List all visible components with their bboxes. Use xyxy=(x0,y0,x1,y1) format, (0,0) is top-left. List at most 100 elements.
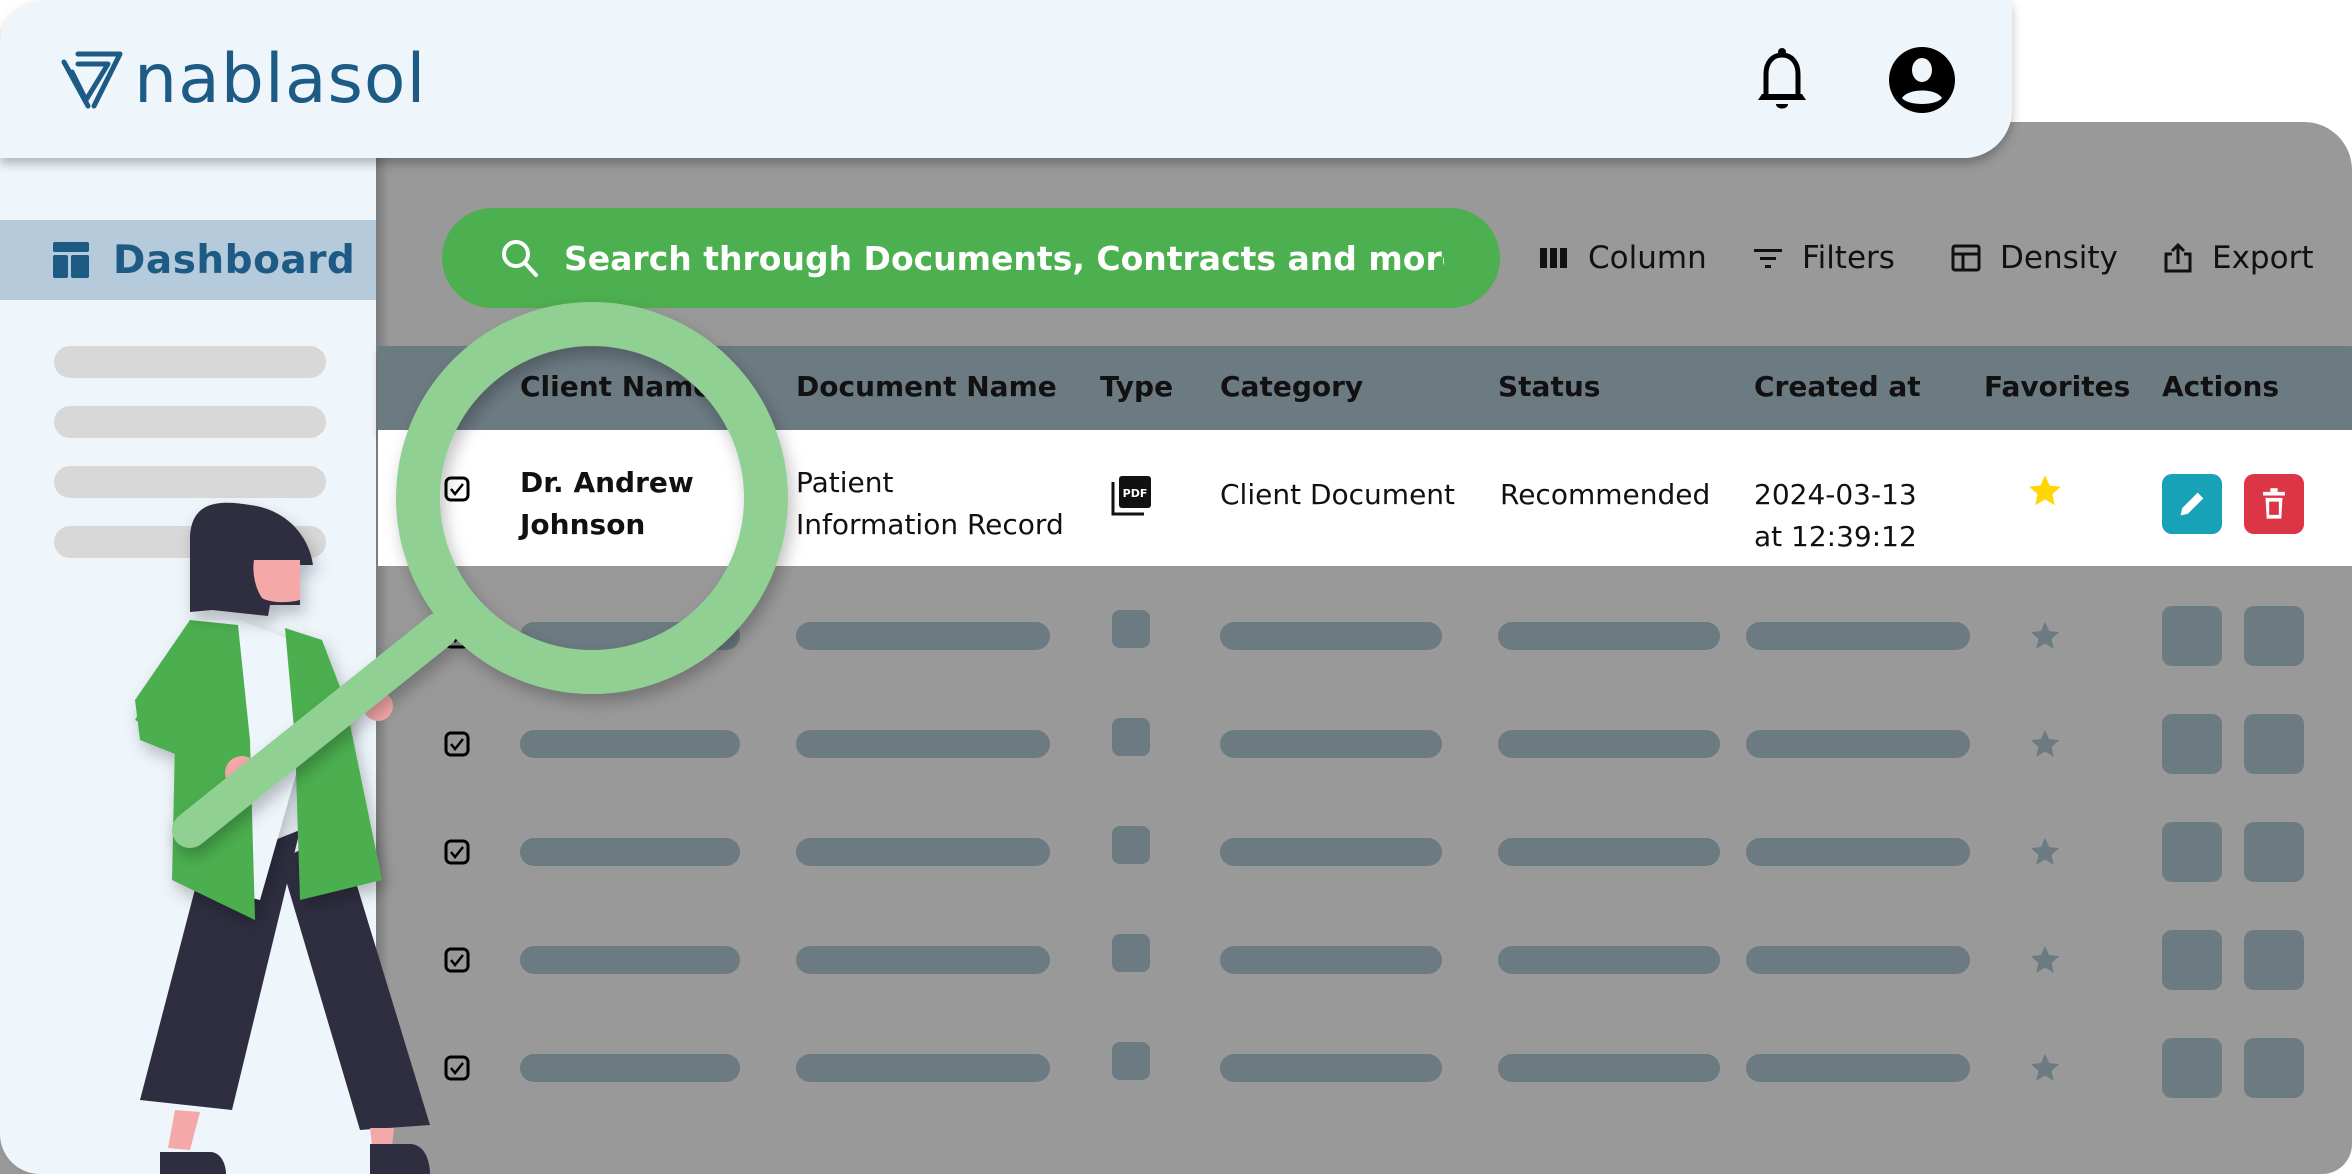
export-button[interactable]: Export xyxy=(2162,236,2313,280)
row-checkbox[interactable] xyxy=(444,623,470,649)
column-header-favorites[interactable]: Favorites xyxy=(1984,370,2130,403)
placeholder-cell xyxy=(1746,946,1970,974)
dashboard-icon xyxy=(53,242,89,278)
column-header-created-at[interactable]: Created at xyxy=(1754,370,1921,403)
placeholder-edit-button[interactable] xyxy=(2162,714,2222,774)
row-checkbox-wrapper[interactable] xyxy=(444,731,470,761)
placeholder-cell xyxy=(796,946,1050,974)
column-header-type[interactable]: Type xyxy=(1100,370,1173,403)
trash-icon xyxy=(2263,488,2285,519)
pdf-label: PDF xyxy=(1123,487,1148,500)
favorite-star-wrapper[interactable] xyxy=(2028,727,2062,765)
created-date: 2024-03-13 xyxy=(1754,478,1917,511)
document-name-cell: Patient Information Record xyxy=(796,462,1064,546)
placeholder-cell xyxy=(520,730,740,758)
pencil-icon xyxy=(2180,492,2204,516)
row-checkbox[interactable] xyxy=(444,731,470,757)
filters-label: Filters xyxy=(1802,240,1895,276)
placeholder-type xyxy=(1112,718,1150,756)
filter-icon xyxy=(1754,249,1782,268)
placeholder-delete-button[interactable] xyxy=(2244,606,2304,666)
row-checkbox[interactable] xyxy=(444,476,470,502)
placeholder-cell xyxy=(1220,622,1442,650)
favorite-star-wrapper[interactable] xyxy=(2028,943,2062,981)
column-header-status[interactable]: Status xyxy=(1498,370,1600,403)
nabla-logo-icon xyxy=(61,51,123,108)
density-label: Density xyxy=(2000,240,2118,276)
column-header-category[interactable]: Category xyxy=(1220,370,1363,403)
export-label: Export xyxy=(2212,240,2314,276)
favorite-star-wrapper[interactable] xyxy=(2028,1051,2062,1089)
placeholder-cell xyxy=(1746,622,1970,650)
placeholder-type xyxy=(1112,610,1150,648)
filters-button[interactable]: Filters xyxy=(1752,236,1895,280)
placeholder-delete-button[interactable] xyxy=(2244,714,2304,774)
sidebar-item-label: Dashboard xyxy=(113,237,356,283)
account-circle-icon[interactable] xyxy=(1888,46,1956,114)
pdf-file-icon: PDF xyxy=(1111,476,1151,516)
placeholder-cell xyxy=(796,838,1050,866)
placeholder-cell xyxy=(520,838,740,866)
client-name-cell: Dr. Andrew Johnson xyxy=(520,462,694,546)
column-icon xyxy=(1540,248,1567,268)
brand-name: nablasol xyxy=(134,40,427,119)
favorite-star-wrapper[interactable] xyxy=(2028,835,2062,873)
placeholder-cell xyxy=(1220,838,1442,866)
placeholder-cell xyxy=(1498,946,1720,974)
export-icon xyxy=(2164,242,2192,273)
row-checkbox-wrapper[interactable] xyxy=(444,1055,470,1085)
placeholder-cell xyxy=(796,1054,1050,1082)
created-time: at 12:39:12 xyxy=(1754,520,1917,553)
favorite-star-icon[interactable] xyxy=(2028,943,2062,977)
search-bar[interactable] xyxy=(442,208,1500,308)
column-button[interactable]: Column xyxy=(1538,236,1707,280)
row-checkbox-wrapper[interactable] xyxy=(444,839,470,869)
placeholder-edit-button[interactable] xyxy=(2162,930,2222,990)
document-name-line1: Patient xyxy=(796,466,894,499)
brand-logo[interactable]: nablasol xyxy=(60,40,426,119)
placeholder-delete-button[interactable] xyxy=(2244,822,2304,882)
favorite-star-icon[interactable] xyxy=(2028,619,2062,653)
created-at-cell: 2024-03-13 at 12:39:12 xyxy=(1754,474,1917,558)
favorite-star-wrapper[interactable] xyxy=(2028,619,2062,657)
placeholder-cell xyxy=(1746,838,1970,866)
density-button[interactable]: Density xyxy=(1950,236,2118,280)
row-checkbox-wrapper[interactable] xyxy=(444,947,470,977)
favorite-star-icon[interactable] xyxy=(2028,1051,2062,1085)
edit-button[interactable] xyxy=(2162,474,2222,534)
placeholder-delete-button[interactable] xyxy=(2244,930,2304,990)
top-header: nablasol xyxy=(0,0,2012,158)
column-header-client-name[interactable]: Client Name xyxy=(520,370,712,403)
document-name-line2: Information Record xyxy=(796,508,1064,541)
row-checkbox-wrapper[interactable] xyxy=(444,623,470,653)
sidebar-placeholder-item xyxy=(54,526,326,558)
placeholder-cell xyxy=(1220,1054,1442,1082)
placeholder-edit-button[interactable] xyxy=(2162,822,2222,882)
placeholder-cell xyxy=(1220,730,1442,758)
column-header-actions: Actions xyxy=(2162,370,2280,403)
density-icon xyxy=(1951,244,1981,272)
bell-icon[interactable] xyxy=(1752,46,1812,116)
row-checkbox[interactable] xyxy=(444,839,470,865)
placeholder-cell xyxy=(520,622,740,650)
placeholder-cell xyxy=(796,622,1050,650)
search-input[interactable] xyxy=(562,237,1446,279)
delete-button[interactable] xyxy=(2244,474,2304,534)
placeholder-edit-button[interactable] xyxy=(2162,606,2222,666)
placeholder-cell xyxy=(1498,838,1720,866)
placeholder-delete-button[interactable] xyxy=(2244,1038,2304,1098)
placeholder-cell xyxy=(1746,1054,1970,1082)
favorite-star-icon[interactable] xyxy=(2026,472,2064,510)
column-header-document-name[interactable]: Document Name xyxy=(796,370,1057,403)
row-checkbox[interactable] xyxy=(444,1055,470,1081)
category-cell: Client Document xyxy=(1220,478,1456,511)
search-icon xyxy=(502,240,538,277)
client-name-line2: Johnson xyxy=(520,508,646,541)
sidebar-item-dashboard[interactable]: Dashboard xyxy=(0,220,376,300)
placeholder-cell xyxy=(520,1054,740,1082)
placeholder-edit-button[interactable] xyxy=(2162,1038,2222,1098)
row-checkbox[interactable] xyxy=(444,947,470,973)
favorite-star-icon[interactable] xyxy=(2028,727,2062,761)
column-label: Column xyxy=(1588,240,1707,276)
favorite-star-icon[interactable] xyxy=(2028,835,2062,869)
